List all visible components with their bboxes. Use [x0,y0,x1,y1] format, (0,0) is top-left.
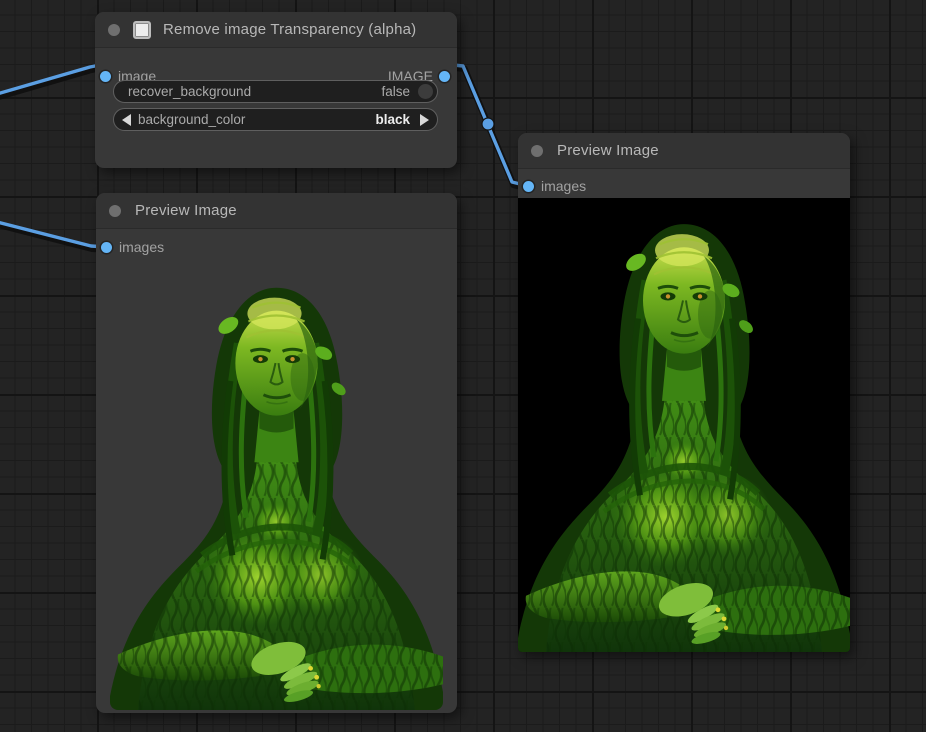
input-slot-label: images [541,178,586,194]
widget-value: black [375,112,410,127]
slot-row: images [96,235,457,259]
collapse-dot-icon[interactable] [531,145,543,157]
widget-recover-background[interactable]: recover_background false [113,80,438,103]
input-slot-icon[interactable] [523,181,534,192]
node-box-icon [133,21,151,39]
node-title-bar[interactable]: Preview Image [518,133,850,169]
toggle-knob-icon[interactable] [418,84,433,99]
widget-label: background_color [138,112,375,127]
widget-value: false [381,84,410,99]
link-wire-to-left-preview[interactable] [0,222,106,247]
link-midpoint-dot[interactable] [482,118,494,130]
node-remove-image-transparency[interactable]: Remove image Transparency (alpha) image … [95,12,457,168]
collapse-dot-icon[interactable] [108,24,120,36]
node-title-bar[interactable]: Preview Image [96,193,457,229]
input-slot-label: images [119,239,164,255]
collapse-dot-icon[interactable] [109,205,121,217]
widget-background-color[interactable]: background_color black [113,108,438,131]
preview-image-black-bg [518,198,850,652]
node-title: Remove image Transparency (alpha) [163,21,416,38]
input-slot-icon[interactable] [100,71,111,82]
input-slot-icon[interactable] [101,242,112,253]
node-title: Preview Image [135,202,237,219]
node-preview-image-right[interactable]: Preview Image images [518,133,850,652]
node-preview-image-left[interactable]: Preview Image images [96,193,457,713]
node-title: Preview Image [557,142,659,159]
combo-left-arrow-icon[interactable] [122,114,131,126]
slot-row: images [518,174,850,198]
node-title-bar[interactable]: Remove image Transparency (alpha) [95,12,457,48]
preview-image-transparent [110,262,443,710]
output-slot-icon[interactable] [439,71,450,82]
combo-right-arrow-icon[interactable] [420,114,429,126]
widget-label: recover_background [128,84,381,99]
link-wire-to-image-input[interactable] [0,64,105,94]
